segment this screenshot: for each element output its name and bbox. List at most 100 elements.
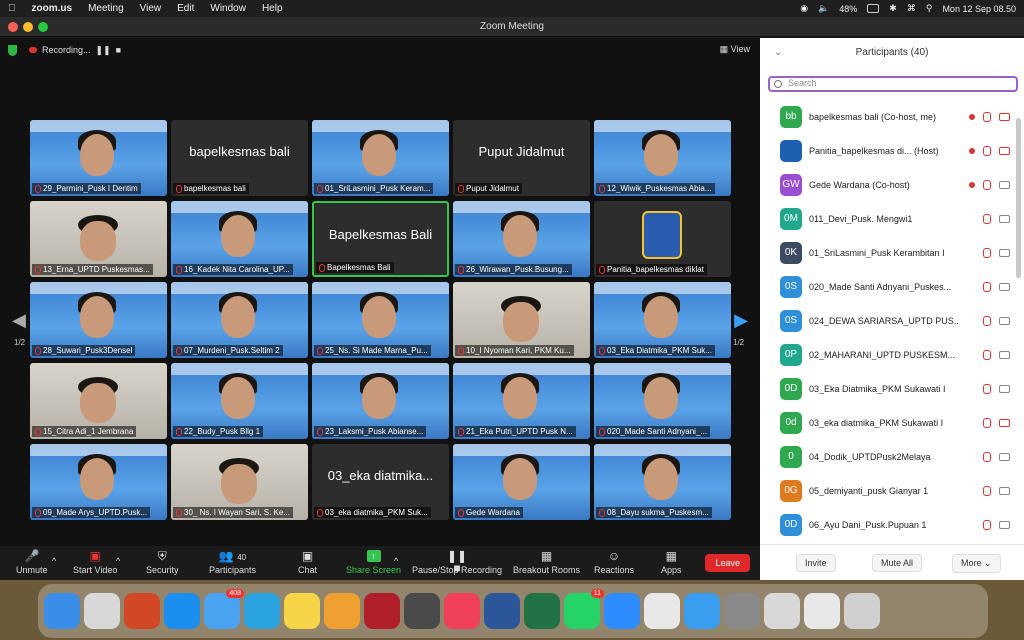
muted-mic-icon[interactable] <box>983 214 991 224</box>
video-tile[interactable]: 13_Erna_UPTD Puskesmas... <box>30 201 167 277</box>
apps-button[interactable]: ▦ Apps <box>661 550 682 575</box>
video-tile[interactable]: 26_Wirawan_Pusk.Busung... <box>453 201 590 277</box>
video-tile[interactable]: 020_Made Santi Adnyani_... <box>594 363 731 439</box>
video-tile[interactable]: 28_Suwari_Pusk3Densel <box>30 282 167 358</box>
appstore-icon[interactable] <box>164 593 200 629</box>
camera-icon[interactable] <box>999 487 1010 495</box>
participant-row[interactable]: 0P 02_MAHARANI_UPTD PUSKESM... <box>780 338 1016 372</box>
safari-icon[interactable] <box>684 593 720 629</box>
mute-all-button[interactable]: Mute All <box>872 554 923 572</box>
video-tile[interactable]: 15_Citra Adi_1 Jembrana <box>30 363 167 439</box>
camera-icon[interactable] <box>999 419 1010 427</box>
mendeley-icon[interactable] <box>364 593 400 629</box>
chat-button[interactable]: ▣ Chat <box>298 550 317 575</box>
word-icon[interactable] <box>484 593 520 629</box>
reactions-button[interactable]: ☺ Reactions <box>594 550 634 575</box>
close-window-button[interactable] <box>8 22 18 32</box>
launchpad-icon[interactable] <box>84 593 120 629</box>
participant-row[interactable]: 0M 011_Devi_Pusk. Mengwi1 <box>780 202 1016 236</box>
camera-icon[interactable] <box>999 215 1010 223</box>
video-tile[interactable]: Bapelkesmas Bali Bapelkesmas Bali <box>312 201 449 277</box>
muted-mic-icon[interactable] <box>983 350 991 360</box>
excel-icon[interactable] <box>524 593 560 629</box>
camera-icon[interactable] <box>999 317 1010 325</box>
muted-mic-icon[interactable] <box>983 316 991 326</box>
participant-row[interactable]: 0K 01_SriLasmini_Pusk Kerambitan I <box>780 236 1016 270</box>
camera-icon[interactable] <box>999 147 1010 155</box>
zoom-window-button[interactable] <box>38 22 48 32</box>
minimize-window-button[interactable] <box>23 22 33 32</box>
muted-mic-icon[interactable] <box>983 180 991 190</box>
menu-view[interactable]: View <box>140 3 162 14</box>
video-tile[interactable]: Gede Wardana <box>453 444 590 520</box>
participants-search-input[interactable]: Search <box>768 76 1018 92</box>
zoom-status-icon[interactable]: ◉ <box>800 3 808 14</box>
settings-icon[interactable] <box>724 593 760 629</box>
participant-row[interactable]: 0G 05_demiyanti_pusk Gianyar 1 <box>780 474 1016 508</box>
camera-icon[interactable] <box>999 249 1010 257</box>
camera-icon[interactable] <box>999 521 1010 529</box>
participant-row[interactable]: 0D 03_Eka Diatmika_PKM Sukawati I <box>780 372 1016 406</box>
menu-help[interactable]: Help <box>262 3 283 14</box>
menu-window[interactable]: Window <box>210 3 246 14</box>
video-tile[interactable]: 07_Murdeni_Pusk.Seltim 2 <box>171 282 308 358</box>
quicktime-icon[interactable] <box>404 593 440 629</box>
participants-button[interactable]: 👥 40 Participants <box>209 550 256 575</box>
participant-row[interactable]: 0 04_Dodik_UPTDPusk2Melaya <box>780 440 1016 474</box>
breakout-rooms-button[interactable]: ▦ Breakout Rooms <box>513 550 580 575</box>
video-tile[interactable]: 30_ Ns. I Wayan Sari, S. Ke... <box>171 444 308 520</box>
more-button[interactable]: More ⌄ <box>952 554 1001 573</box>
video-tile[interactable]: 23_Laksmi_Pusk Abianse... <box>312 363 449 439</box>
volume-icon[interactable]: 🔈 <box>818 3 829 14</box>
camera-icon[interactable] <box>999 453 1010 461</box>
video-tile[interactable]: 21_Eka Putri_UPTD Pusk N... <box>453 363 590 439</box>
video-tile[interactable]: 22_Budy_Pusk Bllg 1 <box>171 363 308 439</box>
participant-row[interactable]: bb bapelkesmas bali (Co-host, me) <box>780 100 1016 134</box>
menu-meeting[interactable]: Meeting <box>88 3 124 14</box>
muted-mic-icon[interactable] <box>983 282 991 292</box>
muted-mic-icon[interactable] <box>983 146 991 156</box>
finder-icon[interactable] <box>44 593 80 629</box>
pause-recording-icon[interactable]: ❚❚ <box>96 45 111 56</box>
menu-app-name[interactable]: zoom.us <box>32 3 73 14</box>
muted-mic-icon[interactable] <box>983 452 991 462</box>
participant-row[interactable]: Panitia_bapelkesmas di... (Host) <box>780 134 1016 168</box>
downloads-icon[interactable] <box>804 593 840 629</box>
video-tile[interactable]: 01_SriLasmini_Pusk Keram... <box>312 120 449 196</box>
video-tile[interactable]: bapelkesmas bali bapelkesmas bali <box>171 120 308 196</box>
zoom-icon[interactable] <box>604 593 640 629</box>
muted-mic-icon[interactable] <box>983 520 991 530</box>
collapse-panel-chevron-icon[interactable]: ⌄ <box>774 38 782 68</box>
camera-icon[interactable] <box>999 113 1010 121</box>
video-tile[interactable]: 03_eka diatmika... 03_eka diatmika_PKM Su… <box>312 444 449 520</box>
video-tile[interactable]: 29_Parmini_Pusk I Dentim <box>30 120 167 196</box>
telegram-icon[interactable] <box>244 593 280 629</box>
participant-row[interactable]: 0d 03_eka diatmika_PKM Sukawati I <box>780 406 1016 440</box>
clock[interactable]: Mon 12 Sep 08.50 <box>942 4 1016 14</box>
muted-mic-icon[interactable] <box>983 486 991 496</box>
leave-button[interactable]: Leave <box>705 554 750 572</box>
muted-mic-icon[interactable] <box>983 248 991 258</box>
pause-stop-recording-button[interactable]: ❚❚ ■ Pause/Stop Recording <box>412 550 502 575</box>
notes-icon[interactable] <box>284 593 320 629</box>
participant-row[interactable]: 0S 024_DEWA SARIARSA_UPTD PUS... <box>780 304 1016 338</box>
camera-icon[interactable] <box>999 351 1010 359</box>
camera-icon[interactable] <box>999 181 1010 189</box>
encryption-shield-icon[interactable] <box>8 44 17 56</box>
video-tile[interactable]: Puput Jidalmut Puput Jidalmut <box>453 120 590 196</box>
menu-edit[interactable]: Edit <box>177 3 194 14</box>
chrome-icon[interactable] <box>644 593 680 629</box>
camera-icon[interactable] <box>999 283 1010 291</box>
video-tile[interactable]: 25_Ns. Si Made Marna_Pu... <box>312 282 449 358</box>
muted-mic-icon[interactable] <box>983 418 991 428</box>
unmute-button[interactable]: 🎤 Unmute <box>16 550 48 575</box>
participant-row[interactable]: 0D 06_Ayu Dani_Pusk.Pupuan 1 <box>780 508 1016 542</box>
participants-scrollbar[interactable] <box>1016 118 1021 278</box>
view-button[interactable]: ▦ View <box>720 44 750 55</box>
muted-mic-icon[interactable] <box>983 112 991 122</box>
battery-icon[interactable] <box>867 4 880 13</box>
powerpoint-icon[interactable] <box>124 593 160 629</box>
video-tile[interactable]: 08_Dayu sukma_Puskesm... <box>594 444 731 520</box>
participant-row[interactable]: 0S 020_Made Santi Adnyani_Puskes... <box>780 270 1016 304</box>
wifi-icon[interactable]: ⌘ <box>907 3 916 14</box>
